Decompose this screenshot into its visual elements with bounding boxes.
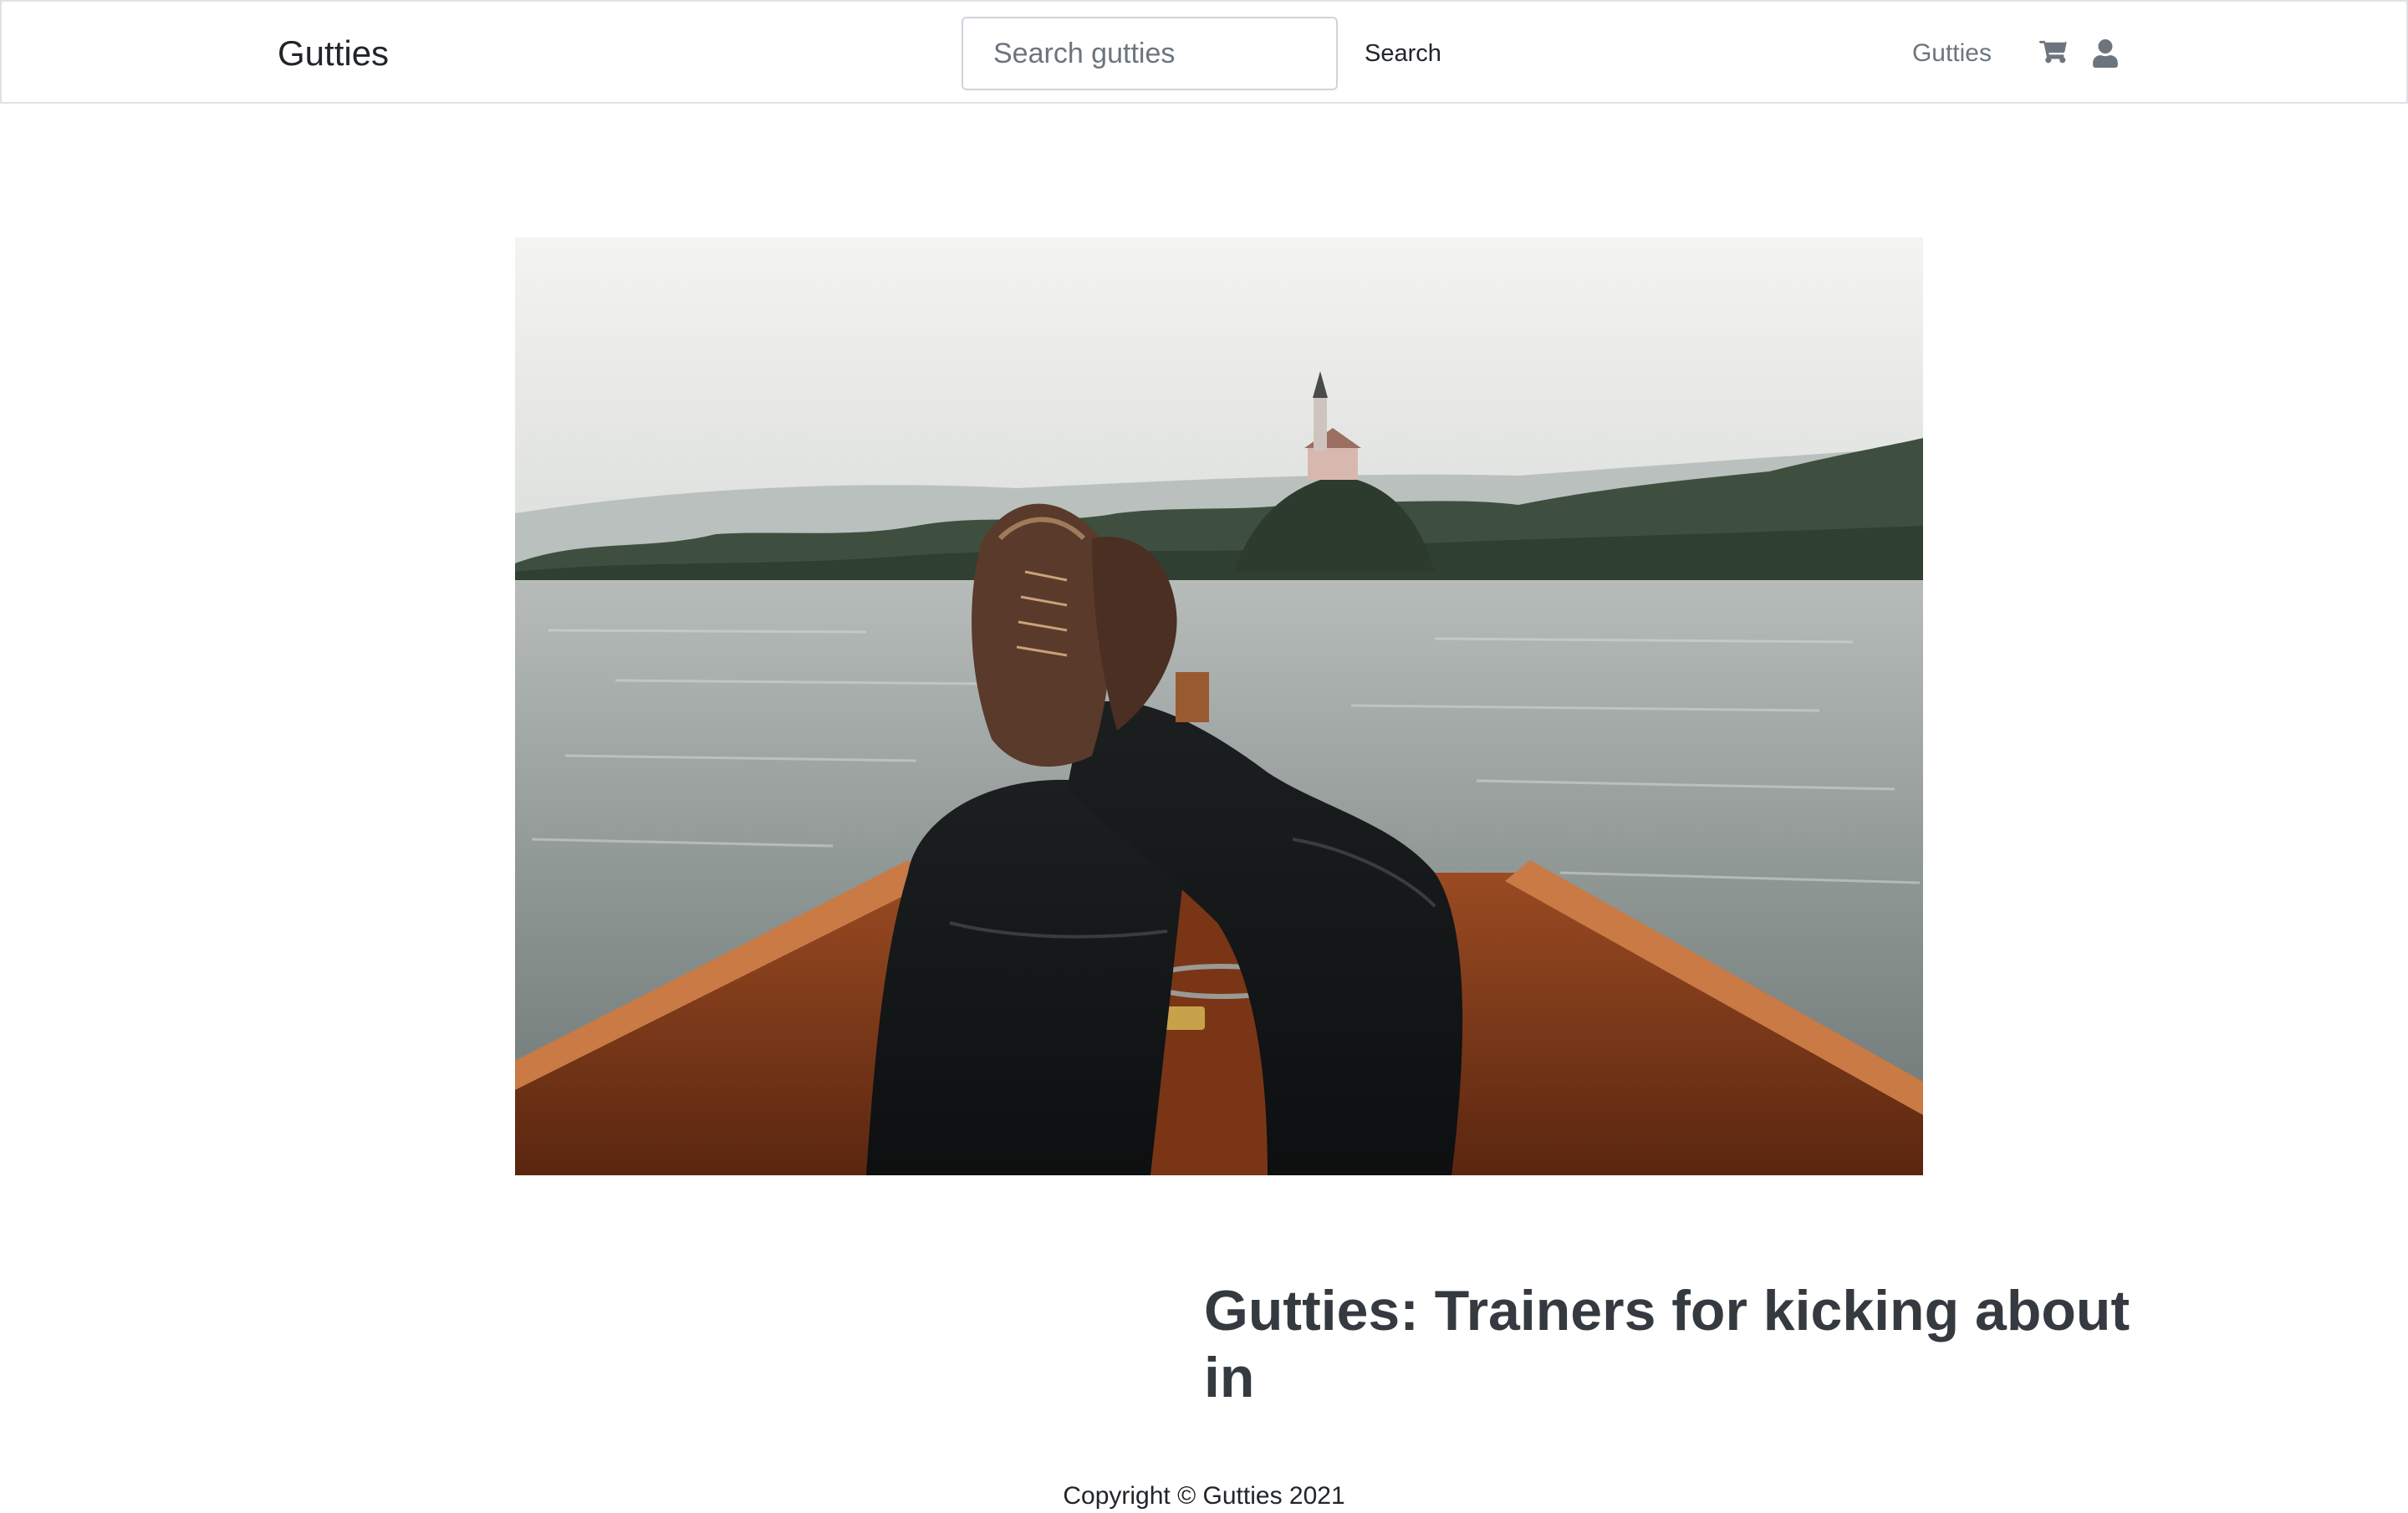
nav-link-gutties[interactable]: Gutties [1912, 39, 1992, 68]
user-icon[interactable] [2089, 35, 2122, 72]
search-input[interactable] [962, 17, 1338, 90]
footer-copyright: Copyright © Gutties 2021 [1063, 1482, 1345, 1510]
search-button[interactable]: Search [1348, 17, 1458, 90]
cart-icon[interactable] [2037, 35, 2070, 72]
navbar: Gutties Search Gutties [0, 0, 2408, 104]
nav-right-group: Gutties [1912, 32, 2122, 75]
brand-logo[interactable]: Gutties [278, 32, 389, 75]
page-headline: Gutties: Trainers for kicking about in [1204, 1279, 2130, 1409]
hero-photo [515, 237, 1923, 1175]
